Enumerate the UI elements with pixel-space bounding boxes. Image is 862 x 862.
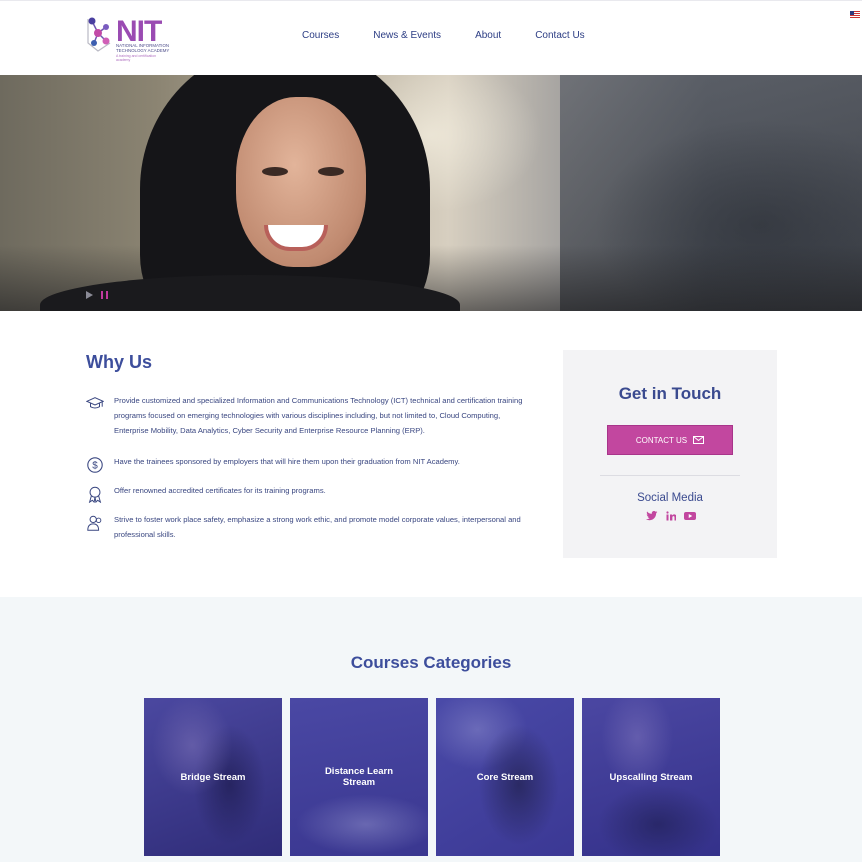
why-us-item: $ Have the trainees sponsored by employe…	[86, 454, 526, 473]
svg-text:$: $	[92, 461, 98, 472]
page: NIT NATIONAL INFORMATION TECHNOLOGY ACAD…	[0, 0, 862, 862]
twitter-icon[interactable]	[646, 511, 658, 521]
slider-controls	[86, 291, 108, 299]
envelope-icon	[693, 436, 705, 444]
get-in-touch-title: Get in Touch	[618, 384, 722, 403]
why-us-text: Strive to foster work place safety, emph…	[114, 515, 521, 539]
social-links	[646, 511, 696, 521]
why-us-item: Offer renowned accredited certificates f…	[86, 483, 526, 503]
tile-label: Upscalling Stream	[609, 771, 693, 783]
nav-courses[interactable]: Courses	[302, 30, 339, 41]
logo-subtitle: NATIONAL INFORMATION TECHNOLOGY ACADEMY	[116, 43, 170, 53]
logo-tagline: A training and certification academy	[116, 54, 157, 62]
tile-label: Core Stream	[476, 771, 534, 783]
contact-us-label: CONTACT US	[635, 435, 688, 445]
courses-title: Courses Categories	[350, 653, 512, 672]
hero-slider	[0, 75, 862, 311]
award-ribbon-icon	[88, 486, 102, 503]
why-us-item: Strive to foster work place safety, emph…	[86, 512, 526, 542]
graduation-cap-icon	[86, 397, 104, 409]
flag-us-icon[interactable]	[850, 11, 860, 18]
logo-molecule-icon	[87, 17, 111, 52]
why-us-text: Offer renowned accredited certificates f…	[114, 486, 326, 495]
social-media-title: Social Media	[637, 492, 703, 504]
nit-logo[interactable]: NIT NATIONAL INFORMATION TECHNOLOGY ACAD…	[84, 13, 169, 62]
why-us-list: Provide customized and specialized Infor…	[86, 393, 526, 556]
tile-label: Distance Learn Stream	[324, 766, 394, 788]
pause-icon[interactable]	[101, 291, 108, 299]
contact-us-button[interactable]: CONTACT US	[607, 425, 733, 455]
get-in-touch-card: Get in Touch CONTACT US Social Media	[563, 350, 777, 558]
card-divider	[600, 475, 740, 476]
tile-core-stream[interactable]: Core Stream	[436, 698, 574, 856]
hero-eye-right	[318, 167, 344, 176]
course-tiles: Bridge Stream Distance Learn Stream Core…	[144, 698, 720, 856]
tile-label: Bridge Stream	[180, 771, 246, 783]
site-header: NIT NATIONAL INFORMATION TECHNOLOGY ACAD…	[0, 0, 862, 76]
tile-upscalling-stream[interactable]: Upscalling Stream	[582, 698, 720, 856]
nav-about[interactable]: About	[475, 30, 501, 41]
main-nav: Courses News & Events About Contact Us	[302, 30, 619, 41]
why-us-title: Why Us	[86, 352, 153, 372]
youtube-icon[interactable]	[684, 511, 696, 521]
nav-news-events[interactable]: News & Events	[373, 30, 441, 41]
dollar-circle-icon: $	[87, 457, 103, 473]
linkedin-icon[interactable]	[666, 511, 676, 521]
tile-bridge-stream[interactable]: Bridge Stream	[144, 698, 282, 856]
tile-distance-learn-stream[interactable]: Distance Learn Stream	[290, 698, 428, 856]
why-us-text: Provide customized and specialized Infor…	[114, 396, 523, 435]
hero-eye-left	[262, 167, 288, 176]
play-icon[interactable]	[86, 291, 93, 299]
why-us-item: Provide customized and specialized Infor…	[86, 393, 526, 438]
people-icon	[87, 515, 102, 531]
courses-section: Courses Categories Bridge Stream Distanc…	[0, 597, 862, 862]
why-us-text: Have the trainees sponsored by employers…	[114, 457, 460, 466]
nav-contact-us[interactable]: Contact Us	[535, 30, 584, 41]
